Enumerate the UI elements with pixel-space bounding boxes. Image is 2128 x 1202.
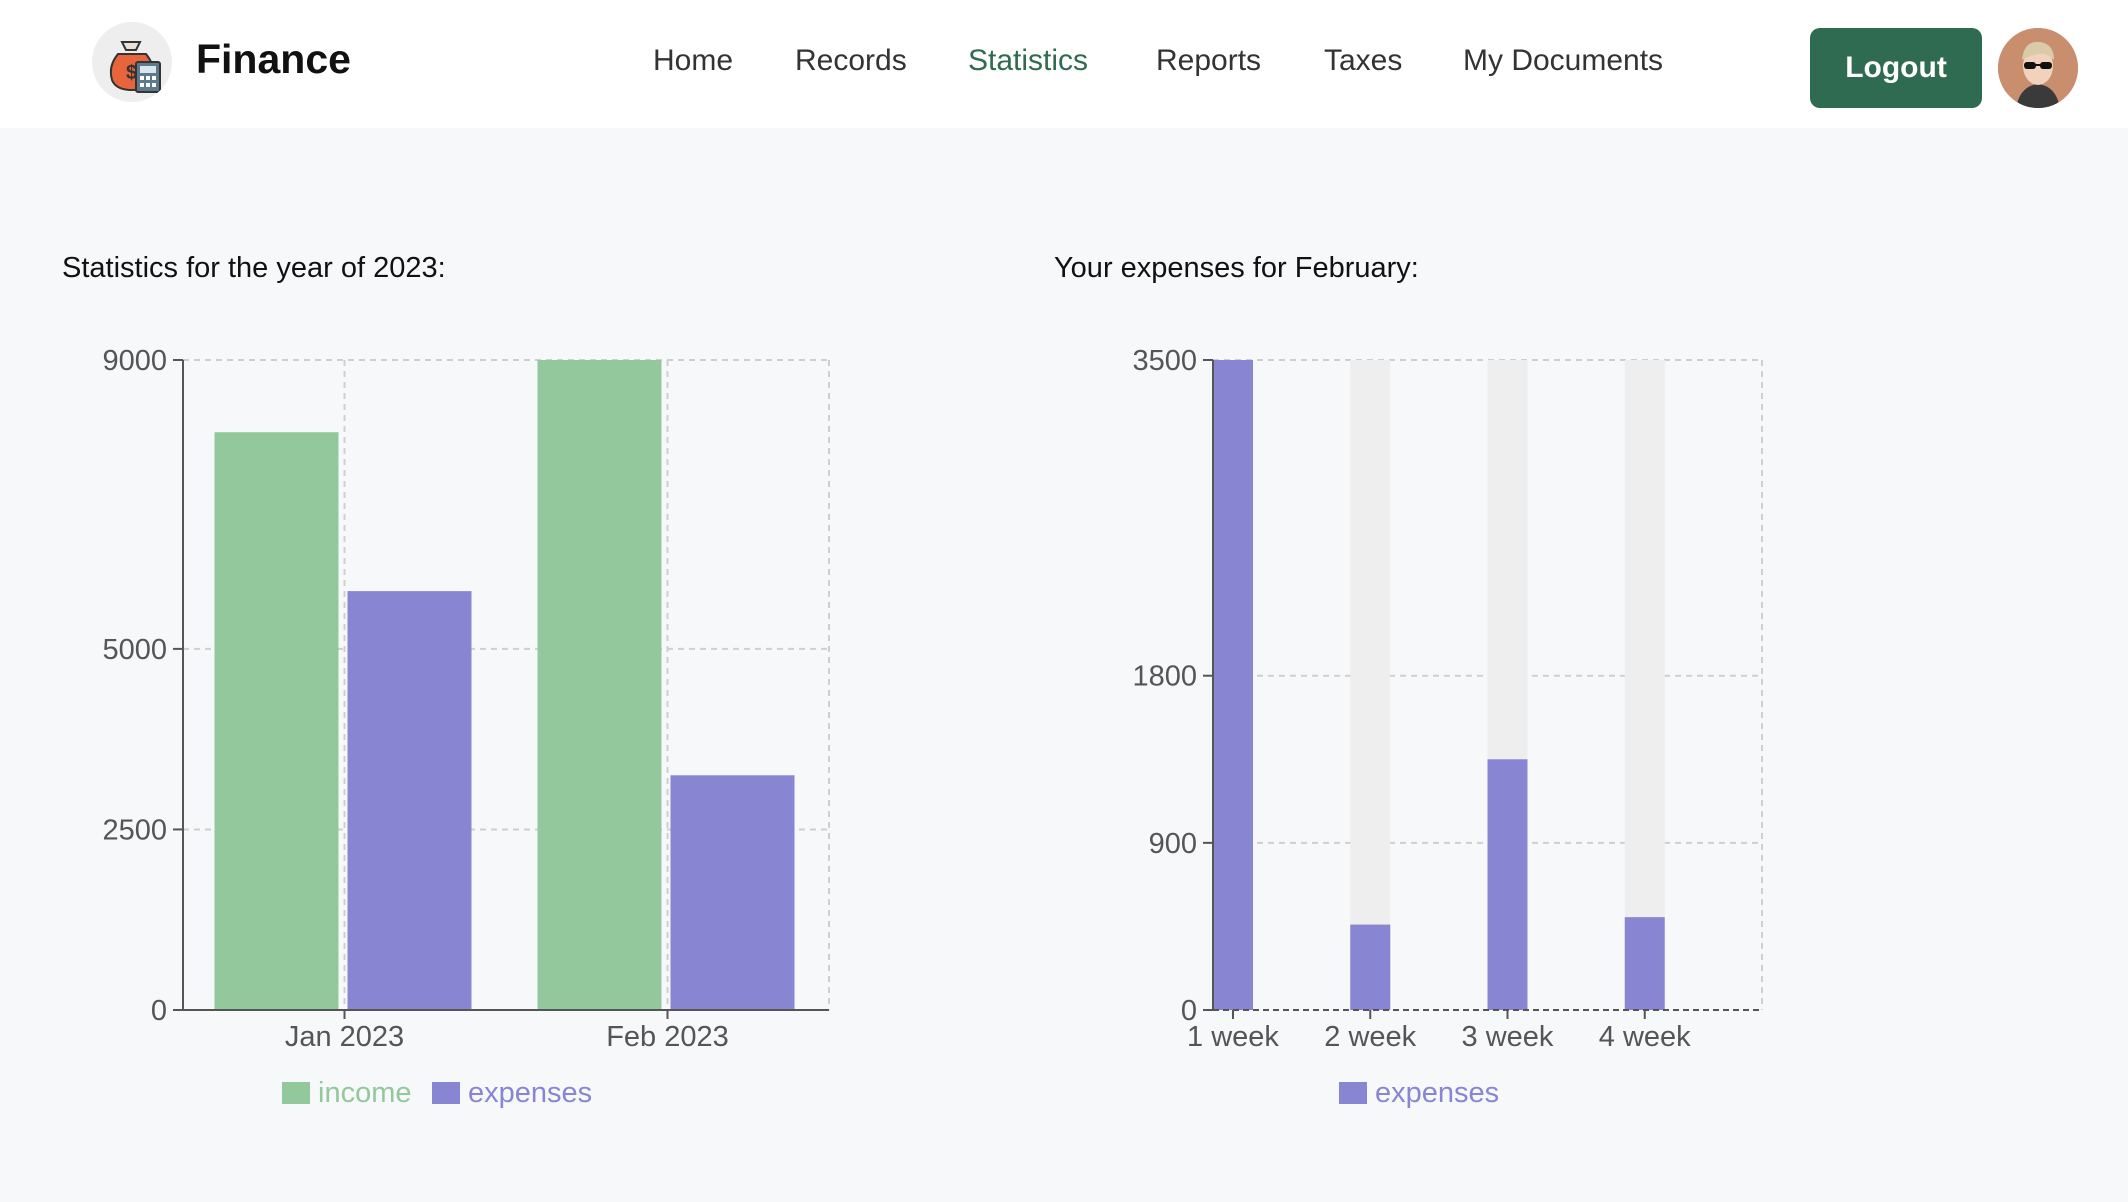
bar-background [1350, 360, 1391, 1010]
bar-income [214, 432, 339, 1010]
x-tick-label: 1 week [1187, 1021, 1279, 1053]
y-tick-label: 1800 [1132, 661, 1197, 693]
x-tick-label: Jan 2023 [285, 1021, 404, 1053]
x-tick-label: Feb 2023 [606, 1021, 729, 1053]
y-tick-label: 900 [1149, 828, 1197, 860]
yearly-income-expenses-chart: 0 2500 5000 9000 Jan 2023 Feb 2023 income expen… [102, 345, 830, 1109]
x-tick-label: 4 week [1599, 1021, 1691, 1053]
legend-label-expenses: expenses [1375, 1077, 1499, 1109]
bar-background [1624, 360, 1665, 1010]
charts-canvas: 0 2500 5000 9000 Jan 2023 Feb 2023 income expen… [102, 345, 1763, 1109]
legend-swatch-income [282, 1082, 310, 1104]
y-tick-label: 2500 [102, 814, 167, 846]
x-tick-label: 3 week [1462, 1021, 1554, 1053]
bar-expenses [347, 591, 472, 1010]
february-weekly-expenses-chart: 0900180035001 week 2 week 3 week 4 weekexpe… [1132, 345, 1763, 1109]
legend-swatch-expenses [432, 1082, 460, 1104]
bar-expenses [1350, 924, 1391, 1010]
y-tick-label: 9000 [102, 345, 167, 377]
bar-income [537, 360, 662, 1010]
bar-expenses [1213, 360, 1253, 1010]
legend-swatch-expenses [1339, 1082, 1367, 1104]
x-tick-label: 2 week [1324, 1021, 1416, 1053]
legend-label-expenses: expenses [468, 1077, 592, 1109]
y-tick-label: 0 [151, 995, 167, 1027]
bar-expenses [1624, 917, 1665, 1010]
bar-expenses [1487, 759, 1528, 1010]
legend-label-income: income [318, 1077, 412, 1109]
y-tick-label: 5000 [102, 634, 167, 666]
y-tick-label: 3500 [1132, 345, 1197, 377]
bar-expenses [670, 775, 795, 1010]
